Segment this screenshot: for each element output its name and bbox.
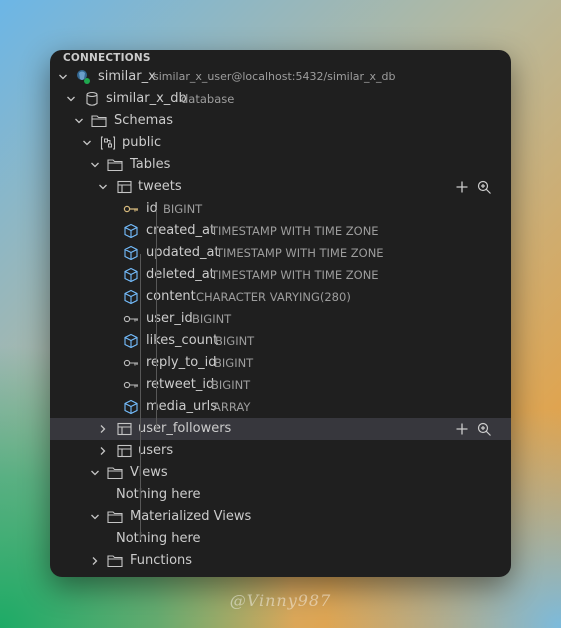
folder-icon — [107, 550, 123, 572]
add-icon[interactable] — [453, 178, 471, 196]
tree-item-tables[interactable]: Tables — [50, 154, 511, 176]
empty-placeholder: Nothing here — [116, 487, 201, 502]
tree-guide-tables — [140, 254, 141, 540]
tree-item-materialized-views[interactable]: Materialized Views — [50, 506, 511, 528]
column-row[interactable]: created_at TIMESTAMP WITH TIME ZONE — [50, 220, 511, 242]
chevron-right-icon[interactable] — [95, 440, 111, 462]
column-row[interactable]: media_urls ARRAY — [50, 396, 511, 418]
column-icon — [123, 242, 139, 264]
table-icon — [116, 176, 132, 198]
foreign-key-icon — [123, 352, 139, 374]
row-actions — [453, 176, 493, 198]
foreign-key-icon — [123, 308, 139, 330]
tree-item-table-users[interactable]: users — [50, 440, 511, 462]
column-type: TIMESTAMP WITH TIME ZONE — [216, 246, 384, 260]
chevron-down-icon[interactable] — [87, 462, 103, 484]
watermark: @Vinny987 — [229, 591, 332, 610]
chevron-down-icon[interactable] — [79, 132, 95, 154]
schemas-label: Schemas — [114, 113, 174, 128]
add-icon[interactable] — [453, 420, 471, 438]
schema-label: public — [122, 135, 162, 150]
tree-item-table-tweets[interactable]: tweets — [50, 176, 511, 198]
schema-icon — [100, 132, 116, 154]
tree-item-schemas[interactable]: Schemas — [50, 110, 511, 132]
column-type: BIGINT — [163, 202, 203, 216]
chevron-right-icon[interactable] — [95, 418, 111, 440]
column-row[interactable]: likes_count BIGINT — [50, 330, 511, 352]
chevron-down-icon[interactable] — [87, 506, 103, 528]
chevron-down-icon[interactable] — [71, 110, 87, 132]
column-type: BIGINT — [192, 312, 232, 326]
chevron-down-icon[interactable] — [63, 88, 79, 110]
column-icon — [123, 264, 139, 286]
materialized-views-empty-item: Nothing here — [50, 528, 511, 550]
folder-icon — [107, 462, 123, 484]
column-name: content — [146, 289, 196, 304]
column-row[interactable]: retweet_id BIGINT — [50, 374, 511, 396]
tree-guide-tweets — [156, 210, 157, 430]
folder-icon — [107, 154, 123, 176]
table-label-user-followers: user_followers — [138, 421, 232, 436]
key-icon — [123, 198, 139, 220]
empty-placeholder: Nothing here — [116, 531, 201, 546]
materialized-views-label: Materialized Views — [130, 509, 252, 524]
column-icon — [123, 220, 139, 242]
database-label: similar_x_db — [106, 91, 187, 106]
tree-item-connection[interactable]: similar_x similar_x_user@localhost:5432/… — [50, 66, 511, 88]
column-row[interactable]: id BIGINT — [50, 198, 511, 220]
column-name: user_id — [146, 311, 193, 326]
column-row[interactable]: reply_to_id BIGINT — [50, 352, 511, 374]
views-empty-item: Nothing here — [50, 484, 511, 506]
foreign-key-icon — [123, 374, 139, 396]
chevron-down-icon[interactable] — [55, 66, 71, 88]
tree-item-views[interactable]: Views — [50, 462, 511, 484]
zoom-in-icon[interactable] — [475, 420, 493, 438]
column-row[interactable]: updated_at TIMESTAMP WITH TIME ZONE — [50, 242, 511, 264]
functions-label: Functions — [130, 553, 193, 568]
connection-detail: similar_x_user@localhost:5432/similar_x_… — [153, 70, 396, 83]
tree-item-schema-public[interactable]: public — [50, 132, 511, 154]
panel-title: CONNECTIONS — [63, 52, 151, 64]
connection-tree: similar_x similar_x_user@localhost:5432/… — [50, 66, 511, 572]
database-detail: database — [181, 92, 235, 106]
chevron-down-icon[interactable] — [87, 154, 103, 176]
table-icon — [116, 418, 132, 440]
column-name: updated_at — [146, 245, 220, 260]
table-label-users: users — [138, 443, 174, 458]
tables-label: Tables — [130, 157, 171, 172]
chevron-down-icon[interactable] — [95, 176, 111, 198]
column-icon — [123, 286, 139, 308]
connections-panel: CONNECTIONS similar_x similar_x_user@loc… — [50, 50, 511, 577]
tree-item-functions[interactable]: Functions — [50, 550, 511, 572]
column-type: BIGINT — [211, 378, 251, 392]
column-type: BIGINT — [214, 356, 254, 370]
table-label-tweets: tweets — [138, 179, 182, 194]
column-type: ARRAY — [213, 400, 251, 414]
connection-label: similar_x — [98, 69, 156, 84]
column-icon — [123, 396, 139, 418]
tree-item-database[interactable]: similar_x_db database — [50, 88, 511, 110]
column-row[interactable]: deleted_at TIMESTAMP WITH TIME ZONE — [50, 264, 511, 286]
column-icon — [123, 330, 139, 352]
views-label: Views — [130, 465, 168, 480]
column-type: BIGINT — [215, 334, 255, 348]
table-icon — [116, 440, 132, 462]
zoom-in-icon[interactable] — [475, 178, 493, 196]
tree-item-table-user-followers[interactable]: user_followers — [50, 418, 511, 440]
folder-icon — [91, 110, 107, 132]
postgres-connection-icon — [75, 66, 91, 88]
column-row[interactable]: content CHARACTER VARYING(280) — [50, 286, 511, 308]
column-type: TIMESTAMP WITH TIME ZONE — [211, 268, 379, 282]
folder-icon — [107, 506, 123, 528]
chevron-right-icon[interactable] — [87, 550, 103, 572]
column-type: TIMESTAMP WITH TIME ZONE — [211, 224, 379, 238]
column-type: CHARACTER VARYING(280) — [196, 290, 351, 304]
column-row[interactable]: user_id BIGINT — [50, 308, 511, 330]
database-icon — [84, 88, 100, 110]
row-actions — [453, 418, 493, 440]
